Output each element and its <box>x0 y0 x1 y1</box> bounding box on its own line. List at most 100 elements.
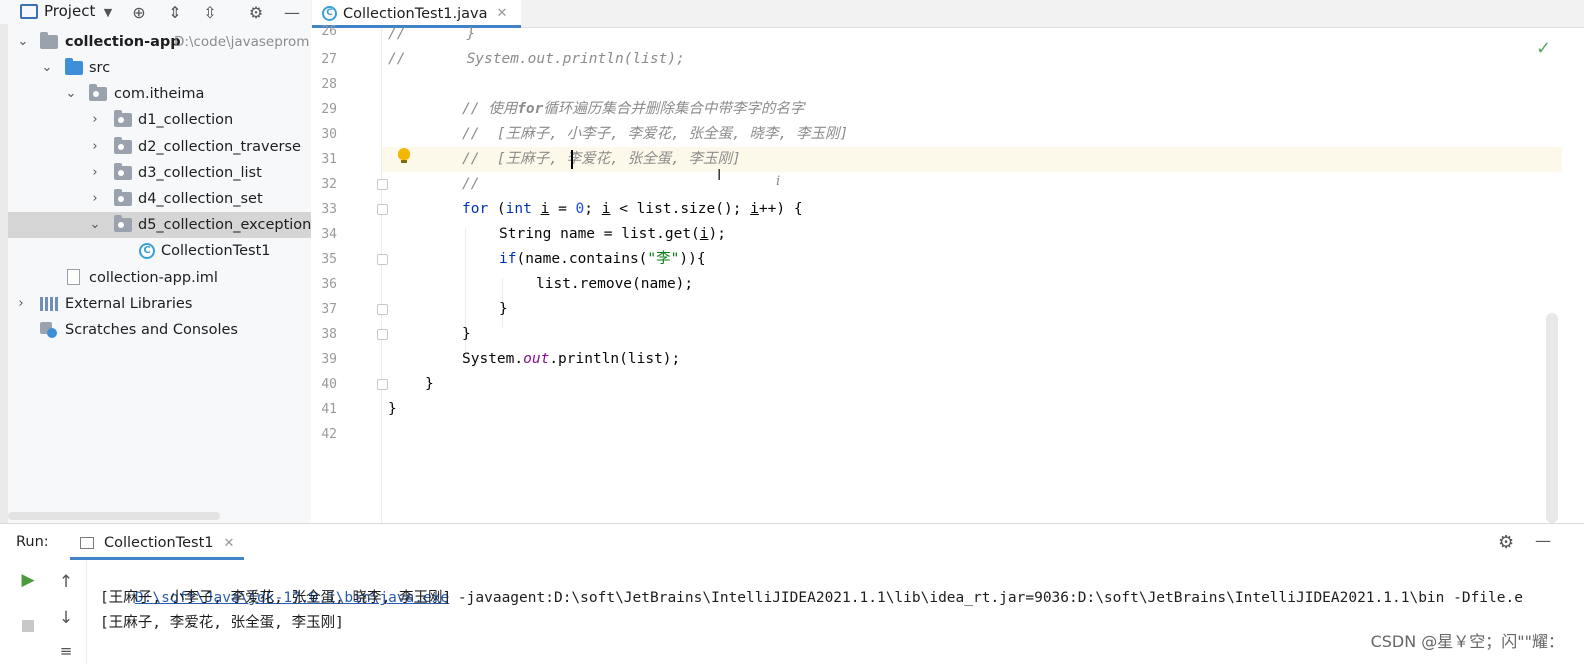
line-number: 39 <box>321 352 337 367</box>
watermark: CSDN @星￥空；闪""耀： <box>1370 632 1564 651</box>
arrow-up-icon[interactable]: ↑ <box>54 570 78 594</box>
package-icon <box>114 110 132 127</box>
tree-item-label: src <box>89 60 111 76</box>
tree-item-label: d4_collection_set <box>138 191 263 207</box>
line-number-gutter: 26 27 28 29 30 31 32 33 34 35 36 37 38 3… <box>311 24 410 523</box>
code-line-35: if(name.contains("李")){ <box>499 251 706 267</box>
horizontal-scrollbar[interactable] <box>8 512 220 520</box>
source-folder-icon <box>65 58 83 75</box>
editor-marker-strip <box>1494 28 1584 523</box>
tree-item-label: External Libraries <box>65 296 193 312</box>
expand-all-icon[interactable]: ⇕ <box>166 4 184 22</box>
target-icon[interactable]: ⊕ <box>130 4 148 22</box>
project-title[interactable]: Project <box>44 2 95 20</box>
run-tab-label: CollectionTest1 <box>104 535 214 551</box>
run-header: Run: CollectionTest1 ✕ ⚙ — <box>0 524 1584 560</box>
tree-item-collection-app[interactable]: ⌄ collection-app D:\code\javaseprom <box>0 29 311 55</box>
chevron-right-icon[interactable]: › <box>14 291 28 317</box>
tree-item-d3-collection-list[interactable]: › d3_collection_list <box>0 160 311 186</box>
line-number: 35 <box>321 252 337 267</box>
iml-file-icon <box>67 269 80 285</box>
package-icon <box>114 163 132 180</box>
chevron-down-icon[interactable]: ⌄ <box>40 55 54 81</box>
chevron-right-icon[interactable]: › <box>88 107 102 133</box>
code-line-41: } <box>388 401 397 417</box>
package-icon <box>114 215 132 232</box>
arrow-down-icon[interactable]: ↓ <box>54 606 78 630</box>
stop-icon[interactable] <box>16 614 40 638</box>
run-toolbar-divider <box>86 560 87 664</box>
line-number: 38 <box>321 327 337 342</box>
tree-item-path: D:\code\javaseprom <box>174 34 310 50</box>
scratches-icon <box>40 322 58 338</box>
code-line-30: // [王麻子, 小李子, 李爱花, 张全蛋, 晓李, 李玉刚] <box>462 126 849 142</box>
tree-item-label: com.itheima <box>114 86 205 102</box>
line-number: 29 <box>321 102 337 117</box>
code-line-27: // System.out.println(list); <box>388 51 685 67</box>
close-icon[interactable]: ✕ <box>497 6 508 21</box>
tree-item-collectiontest1[interactable]: C CollectionTest1 <box>0 238 311 264</box>
tree-item-src[interactable]: ⌄ src <box>0 55 311 81</box>
soft-wrap-icon[interactable]: ≡ <box>54 639 78 663</box>
line-number: 30 <box>321 127 337 142</box>
line-number: 32 <box>321 177 337 192</box>
chevron-down-icon[interactable]: ⌄ <box>88 212 102 238</box>
tree-item-scratches-and-consoles[interactable]: Scratches and Consoles <box>0 317 311 343</box>
run-panel: Run: CollectionTest1 ✕ ⚙ — ▶ ↑ ↓ ≡ D:\so… <box>0 523 1584 664</box>
tree-item-external-libraries[interactable]: › External Libraries <box>0 291 311 317</box>
close-icon[interactable]: ✕ <box>224 536 235 551</box>
console-output-line: [王麻子, 小李子, 李爱花, 张全蛋, 晓李, 李玉刚] <box>100 590 452 606</box>
package-icon <box>89 84 107 101</box>
gear-icon[interactable]: ⚙ <box>1498 532 1514 553</box>
chevron-right-icon[interactable]: › <box>88 186 102 212</box>
chevron-right-icon[interactable]: › <box>88 134 102 160</box>
left-edge-strip <box>0 24 8 523</box>
java-class-icon: C <box>322 6 337 21</box>
code-editor[interactable]: // } // System.out.println(list); // 使用f… <box>382 26 1494 523</box>
collapse-all-icon[interactable]: ⇳ <box>201 4 219 22</box>
gear-icon[interactable]: ⚙ <box>247 4 265 22</box>
run-icon[interactable]: ▶ <box>16 568 40 592</box>
line-number: 28 <box>321 77 337 92</box>
minimize-icon[interactable]: — <box>1535 531 1551 550</box>
package-icon <box>114 137 132 154</box>
minimize-icon[interactable]: — <box>283 4 301 22</box>
code-line-29: // 使用for循环遍历集合并删除集合中带李字的名字 <box>462 101 805 117</box>
code-line-38: } <box>462 326 471 342</box>
tree-item-d4-collection-set[interactable]: › d4_collection_set <box>0 186 311 212</box>
vertical-scrollbar[interactable] <box>1546 313 1558 523</box>
text-cursor <box>571 150 573 169</box>
chevron-down-icon[interactable]: ⌄ <box>16 29 30 55</box>
check-icon[interactable]: ✓ <box>1536 38 1551 59</box>
code-line-26: // } <box>388 26 476 42</box>
chevron-right-icon[interactable]: › <box>88 160 102 186</box>
console-output-line: [王麻子, 李爱花, 张全蛋, 李玉刚] <box>100 615 344 631</box>
line-number: 34 <box>321 227 337 242</box>
tree-item-collection-app-iml[interactable]: collection-app.iml <box>0 265 311 291</box>
tab-label: CollectionTest1.java <box>343 5 488 22</box>
tree-item-label: collection-app.iml <box>89 270 218 286</box>
line-number: 41 <box>321 402 337 417</box>
project-toolbar: Project ▼ ⊕ ⇕ ⇳ ⚙ — <box>0 0 311 24</box>
chevron-down-icon[interactable]: ▼ <box>99 4 117 22</box>
command-args: -javaagent:D:\soft\JetBrains\IntelliJIDE… <box>449 590 1523 606</box>
line-number: 26 <box>321 24 337 39</box>
tree-item-d2-collection-traverse[interactable]: › d2_collection_traverse <box>0 134 311 160</box>
line-number: 40 <box>321 377 337 392</box>
tree-item-com-itheima[interactable]: ⌄ com.itheima <box>0 81 311 107</box>
tree-item-d5-collection-exception[interactable]: ⌄ d5_collection_exception <box>0 212 311 238</box>
chevron-down-icon[interactable]: ⌄ <box>64 81 78 107</box>
tree-item-label: d3_collection_list <box>138 165 262 181</box>
tree-item-label: collection-app <box>65 34 181 50</box>
ghost-cursor-icon: i <box>776 174 781 189</box>
code-line-34: String name = list.get(i); <box>499 226 726 242</box>
tree-item-label: Scratches and Consoles <box>65 322 238 338</box>
code-line-37: } <box>499 301 508 317</box>
run-tab-collectiontest1[interactable]: CollectionTest1 ✕ <box>70 529 245 560</box>
tree-item-d1-collection[interactable]: › d1_collection <box>0 107 311 133</box>
line-number: 36 <box>321 277 337 292</box>
line-number: 42 <box>321 427 337 442</box>
module-folder-icon <box>40 32 58 49</box>
tree-item-label: d1_collection <box>138 112 234 128</box>
package-icon <box>114 189 132 206</box>
